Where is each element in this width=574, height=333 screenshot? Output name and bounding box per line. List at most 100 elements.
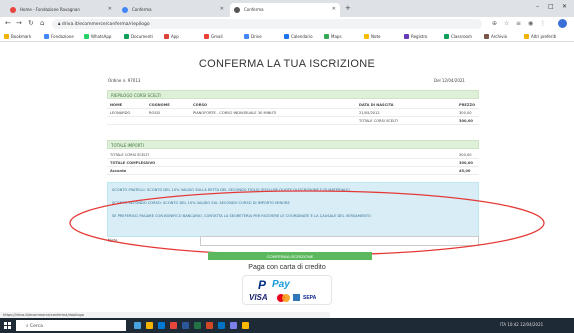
acconto-label: Acconto bbox=[110, 169, 127, 173]
avatar[interactable] bbox=[558, 19, 567, 28]
column-header: COGNOME bbox=[149, 103, 170, 107]
paypal-button[interactable]: P Pay VISA SEPA bbox=[242, 275, 332, 305]
new-tab-button[interactable]: + bbox=[345, 4, 351, 12]
edge-icon[interactable] bbox=[158, 322, 165, 329]
close-tab-icon[interactable]: ✕ bbox=[220, 6, 224, 12]
bookmark-favicon-icon bbox=[164, 34, 169, 39]
bookmark-item[interactable]: Registro bbox=[404, 34, 427, 39]
close-tab-icon[interactable]: ✕ bbox=[332, 6, 336, 12]
bookmark-label: Registro bbox=[411, 34, 428, 39]
word-icon[interactable] bbox=[182, 322, 189, 329]
outlook-icon[interactable] bbox=[218, 322, 225, 329]
bookmark-favicon-icon bbox=[84, 34, 89, 39]
tab-favicon-icon bbox=[234, 7, 240, 13]
bookmark-item[interactable]: Calendario bbox=[284, 34, 313, 39]
cell-cognome: ROSSI bbox=[149, 111, 160, 115]
bookmarks-bar: Bookmark Fondazione WhatsApp Documenti App Gm… bbox=[0, 31, 574, 42]
note-label: Note bbox=[108, 238, 118, 243]
bookmark-favicon-icon bbox=[4, 34, 9, 39]
bookmark-label: Altri preferiti bbox=[531, 34, 557, 39]
bookmark-item[interactable]: Maps bbox=[324, 34, 342, 39]
column-header: DATA DI NASCITA bbox=[359, 103, 394, 107]
close-window-icon[interactable]: ✕ bbox=[562, 3, 567, 10]
forward-icon[interactable]: → bbox=[16, 19, 22, 27]
info-line-sconto-fratelli: SCONTO FRATELLI: SCONTO DEL 10% VALIDO S… bbox=[112, 188, 350, 192]
home-icon[interactable]: ⌂ bbox=[40, 19, 44, 27]
order-date: Del 12/04/2021 bbox=[434, 78, 465, 83]
totali-label: TOTALE COMPLESSIVO bbox=[110, 161, 156, 165]
cell-prezzo: 300,00 bbox=[459, 111, 472, 115]
page-content: CONFERMA LA TUA ISCRIZIONE Ordine n. 970… bbox=[0, 42, 574, 312]
excel-icon[interactable] bbox=[194, 322, 201, 329]
maximize-icon[interactable]: □ bbox=[548, 3, 554, 10]
folder-icon[interactable] bbox=[242, 322, 249, 329]
bookmark-label: Maps bbox=[331, 34, 342, 39]
bookmark-label: Classroom bbox=[451, 34, 472, 39]
translate-icon[interactable]: ⊕ bbox=[492, 20, 497, 27]
total-label: TOTALE CORSI SCELTI bbox=[359, 119, 398, 123]
bookmark-item[interactable]: Archivio bbox=[484, 34, 507, 39]
mastercard-logo-icon bbox=[277, 294, 290, 302]
note-field[interactable] bbox=[200, 236, 479, 246]
bookmark-item[interactable]: Note bbox=[364, 34, 380, 39]
bookmark-label: App bbox=[171, 34, 179, 39]
tab-conferma-1[interactable]: Conferma ✕ bbox=[118, 3, 228, 17]
address-bar[interactable]: 🔒︎ driva.it/ecommerce/conferma/riepilogo bbox=[52, 19, 482, 29]
bookmark-favicon-icon bbox=[244, 34, 249, 39]
file-explorer-icon[interactable] bbox=[146, 322, 153, 329]
column-header: PREZZO bbox=[459, 103, 476, 107]
profile-icon[interactable]: ◉ bbox=[528, 20, 533, 27]
windows-start-icon[interactable] bbox=[4, 322, 11, 329]
reload-icon[interactable]: ↻ bbox=[28, 19, 34, 27]
teams-icon[interactable] bbox=[230, 322, 237, 329]
bookmark-item[interactable]: Bookmark bbox=[4, 34, 31, 39]
bookmark-item[interactable]: Altri preferiti bbox=[524, 34, 556, 39]
column-header: CORSO bbox=[193, 103, 208, 107]
bookmark-favicon-icon bbox=[44, 34, 49, 39]
tab-favicon-icon bbox=[122, 7, 128, 13]
tab-favicon-icon bbox=[10, 7, 16, 13]
bookmark-label: Gmail bbox=[211, 34, 223, 39]
bookmark-favicon-icon bbox=[444, 34, 449, 39]
total-value: 300,00 bbox=[459, 119, 473, 123]
bookmark-item[interactable]: Documenti bbox=[124, 34, 153, 39]
sepa-logo-icon: SEPA bbox=[303, 295, 317, 301]
bookmark-label: Drive bbox=[251, 34, 262, 39]
back-icon[interactable]: ← bbox=[5, 19, 11, 27]
cell-data-nascita: 21/05/2012 bbox=[359, 111, 380, 115]
amex-logo-icon bbox=[293, 294, 300, 301]
tab-label: Home - Fondazione Ravagnan bbox=[20, 7, 80, 12]
chrome-icon[interactable] bbox=[170, 322, 177, 329]
confirm-button[interactable]: CONFERMA ISCRIZIONE bbox=[208, 252, 372, 260]
bookmark-label: Calendario bbox=[291, 34, 313, 39]
totali-header: TOTALE IMPORTI bbox=[107, 140, 479, 149]
browser-tab-bar: Home - Fondazione Ravagnan ✕ Conferma ✕ … bbox=[0, 0, 574, 17]
close-tab-icon[interactable]: ✕ bbox=[108, 6, 112, 12]
tab-conferma-active[interactable]: Conferma ✕ bbox=[230, 3, 340, 17]
bookmark-favicon-icon bbox=[284, 34, 289, 39]
bookmark-item[interactable]: App bbox=[164, 34, 179, 39]
bookmark-star-icon[interactable]: ☆ bbox=[504, 20, 509, 27]
tab-home[interactable]: Home - Fondazione Ravagnan ✕ bbox=[6, 3, 116, 17]
bookmark-item[interactable]: Fondazione bbox=[44, 34, 74, 39]
info-line-bonifico: SE PREFERISCI PAGARE CON BONIFICO BANCAR… bbox=[112, 214, 371, 218]
task-view-icon[interactable] bbox=[134, 322, 141, 329]
bookmark-item[interactable]: Drive bbox=[244, 34, 262, 39]
bookmark-item[interactable]: Gmail bbox=[204, 34, 223, 39]
table-row: Acconto 45,00 bbox=[107, 167, 479, 175]
acconto-value: 45,00 bbox=[459, 169, 471, 173]
totali-value: 300,00 bbox=[459, 153, 472, 157]
menu-icon[interactable]: ⋮ bbox=[540, 20, 546, 27]
riepilogo-header: RIEPILOGO CORSI SCELTI bbox=[107, 90, 479, 99]
info-box: SCONTO FRATELLI: SCONTO DEL 10% VALIDO S… bbox=[107, 182, 479, 237]
riepilogo-total-row: TOTALE CORSI SCELTI 300,00 bbox=[107, 117, 479, 125]
bookmark-item[interactable]: WhatsApp bbox=[84, 34, 111, 39]
powerpoint-icon[interactable] bbox=[206, 322, 213, 329]
extension-icon[interactable]: ≡ bbox=[516, 20, 521, 27]
search-placeholder: Cerca bbox=[29, 324, 43, 329]
bookmark-favicon-icon bbox=[364, 34, 369, 39]
taskbar-search-input[interactable]: ⌕ Cerca bbox=[16, 320, 126, 331]
bookmark-item[interactable]: Classroom bbox=[444, 34, 472, 39]
bookmark-favicon-icon bbox=[124, 34, 129, 39]
minimize-icon[interactable]: – bbox=[536, 3, 539, 10]
